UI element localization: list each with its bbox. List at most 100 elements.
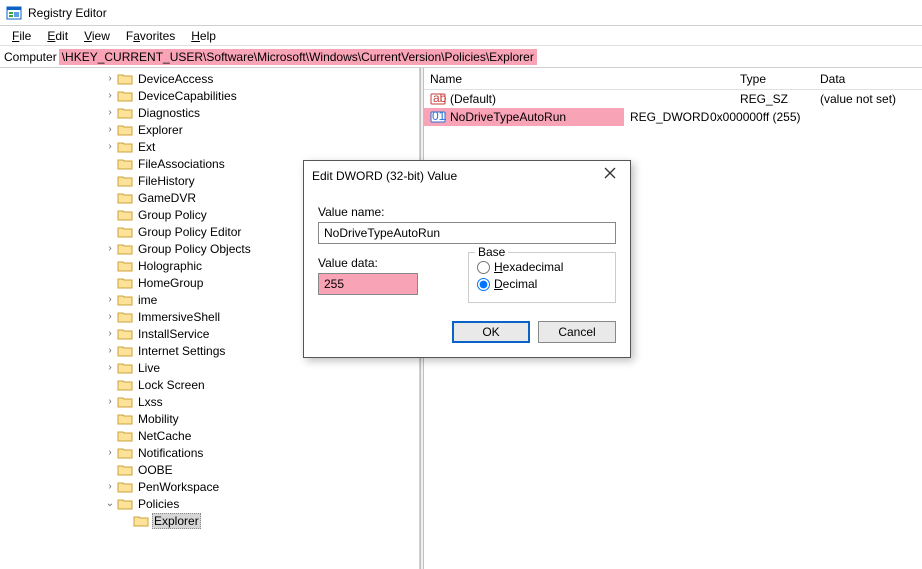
tree-node-label: Diagnostics: [136, 106, 202, 120]
folder-icon: [117, 259, 133, 273]
radio-hex-input[interactable]: [477, 261, 490, 274]
folder-icon: [117, 106, 133, 120]
tree-node-label: OOBE: [136, 463, 175, 477]
folder-icon: [117, 242, 133, 256]
value-row-nodrivetypeautorun[interactable]: 011 NoDriveTypeAutoRun REG_DWORD0x000000ff…: [424, 108, 922, 126]
menu-favorites[interactable]: Favorites: [118, 27, 183, 45]
value-type: REG_DWORD: [624, 109, 704, 125]
expander-icon[interactable]: ›: [104, 294, 116, 305]
dword-value-icon: 011: [430, 109, 446, 125]
value-row-default[interactable]: ab(Default)REG_SZ(value not set): [424, 90, 922, 108]
expander-icon[interactable]: ›: [104, 345, 116, 356]
menu-view[interactable]: View: [76, 27, 118, 45]
expander-icon[interactable]: ›: [104, 481, 116, 492]
menu-edit[interactable]: Edit: [39, 27, 76, 45]
ok-button[interactable]: OK: [452, 321, 530, 343]
expander-icon[interactable]: ›: [104, 396, 116, 407]
folder-icon: [117, 293, 133, 307]
tree-node-policies[interactable]: ⌄ Policies: [0, 495, 419, 512]
address-prefix: Computer: [4, 50, 57, 64]
radio-decimal[interactable]: Decimal: [477, 277, 607, 291]
tree-node-label: InstallService: [136, 327, 211, 341]
expander-icon[interactable]: ›: [104, 73, 116, 84]
value-name-field[interactable]: [318, 222, 616, 244]
cancel-button[interactable]: Cancel: [538, 321, 616, 343]
tree-node-explorer[interactable]: Explorer: [0, 512, 419, 529]
tree-node-label: Notifications: [136, 446, 205, 460]
tree-node-label: DeviceCapabilities: [136, 89, 239, 103]
expander-icon[interactable]: ›: [104, 362, 116, 373]
col-header-type[interactable]: Type: [734, 69, 814, 89]
edit-dword-dialog: Edit DWORD (32-bit) Value Value name: Va…: [303, 160, 631, 358]
tree-node-diagnostics[interactable]: › Diagnostics: [0, 104, 419, 121]
value-name: NoDriveTypeAutoRun: [450, 110, 566, 124]
tree-node-label: HomeGroup: [136, 276, 205, 290]
tree-node-label: Policies: [136, 497, 181, 511]
expander-icon[interactable]: ›: [104, 124, 116, 135]
folder-icon: [117, 429, 133, 443]
col-header-data[interactable]: Data: [814, 69, 922, 89]
tree-node-label: DeviceAccess: [136, 72, 215, 86]
tree-node-label: Lxss: [136, 395, 165, 409]
expander-icon[interactable]: ›: [104, 447, 116, 458]
folder-icon: [117, 208, 133, 222]
tree-node-netcache[interactable]: NetCache: [0, 427, 419, 444]
tree-node-label: Mobility: [136, 412, 181, 426]
value-name: (Default): [450, 92, 496, 106]
tree-node-penworkspace[interactable]: ›PenWorkspace: [0, 478, 419, 495]
expander-icon[interactable]: ›: [104, 311, 116, 322]
dialog-body: Value name: Value data: Base Hexadecimal…: [304, 191, 630, 357]
folder-icon: [117, 344, 133, 358]
tree-node-live[interactable]: ›Live: [0, 359, 419, 376]
address-bar[interactable]: Computer \HKEY_CURRENT_USER\Software\Mic…: [0, 46, 922, 68]
list-header: Name Type Data: [424, 68, 922, 90]
tree-node-label: FileAssociations: [136, 157, 227, 171]
folder-icon: [117, 361, 133, 375]
tree-node-notifications[interactable]: › Notifications: [0, 444, 419, 461]
menu-file[interactable]: File: [4, 27, 39, 45]
dialog-close-button[interactable]: [598, 167, 622, 185]
folder-icon: [117, 395, 133, 409]
tree-node-label: ImmersiveShell: [136, 310, 222, 324]
expander-icon[interactable]: ›: [104, 90, 116, 101]
tree-node-devicecapabilities[interactable]: › DeviceCapabilities: [0, 87, 419, 104]
svg-text:ab: ab: [433, 91, 446, 105]
tree-node-label: Holographic: [136, 259, 204, 273]
menubar: File Edit View Favorites Help: [0, 26, 922, 46]
value-name-label: Value name:: [318, 205, 616, 219]
folder-icon: [117, 378, 133, 392]
folder-icon: [117, 123, 133, 137]
string-value-icon: ab: [430, 91, 446, 107]
tree-node-ext[interactable]: ›Ext: [0, 138, 419, 155]
folder-icon: [117, 89, 133, 103]
radio-hexadecimal[interactable]: Hexadecimal: [477, 260, 607, 274]
col-header-name[interactable]: Name: [424, 69, 734, 89]
tree-node-deviceaccess[interactable]: › DeviceAccess: [0, 70, 419, 87]
folder-icon: [117, 191, 133, 205]
expander-icon[interactable]: ›: [104, 243, 116, 254]
tree-node-label: Explorer: [136, 123, 185, 137]
folder-icon: [117, 480, 133, 494]
expander-icon[interactable]: ›: [104, 107, 116, 118]
folder-icon: [117, 412, 133, 426]
tree-node-mobility[interactable]: Mobility: [0, 410, 419, 427]
value-data-field[interactable]: [318, 273, 418, 295]
expander-icon[interactable]: ›: [104, 328, 116, 339]
radio-dec-input[interactable]: [477, 278, 490, 291]
menu-help[interactable]: Help: [183, 27, 224, 45]
folder-icon: [117, 276, 133, 290]
folder-icon: [117, 463, 133, 477]
expander-icon[interactable]: ⌄: [104, 498, 116, 509]
tree-node-lock-screen[interactable]: Lock Screen: [0, 376, 419, 393]
value-type: REG_SZ: [734, 91, 814, 107]
dialog-titlebar[interactable]: Edit DWORD (32-bit) Value: [304, 161, 630, 191]
tree-node-label: Explorer: [152, 513, 201, 529]
dialog-title-text: Edit DWORD (32-bit) Value: [312, 169, 457, 183]
tree-node-explorer[interactable]: › Explorer: [0, 121, 419, 138]
tree-node-oobe[interactable]: OOBE: [0, 461, 419, 478]
expander-icon[interactable]: ›: [104, 141, 116, 152]
tree-node-label: ime: [136, 293, 159, 307]
folder-icon: [117, 174, 133, 188]
tree-node-lxss[interactable]: › Lxss: [0, 393, 419, 410]
value-data: 0x000000ff (255): [704, 109, 922, 125]
